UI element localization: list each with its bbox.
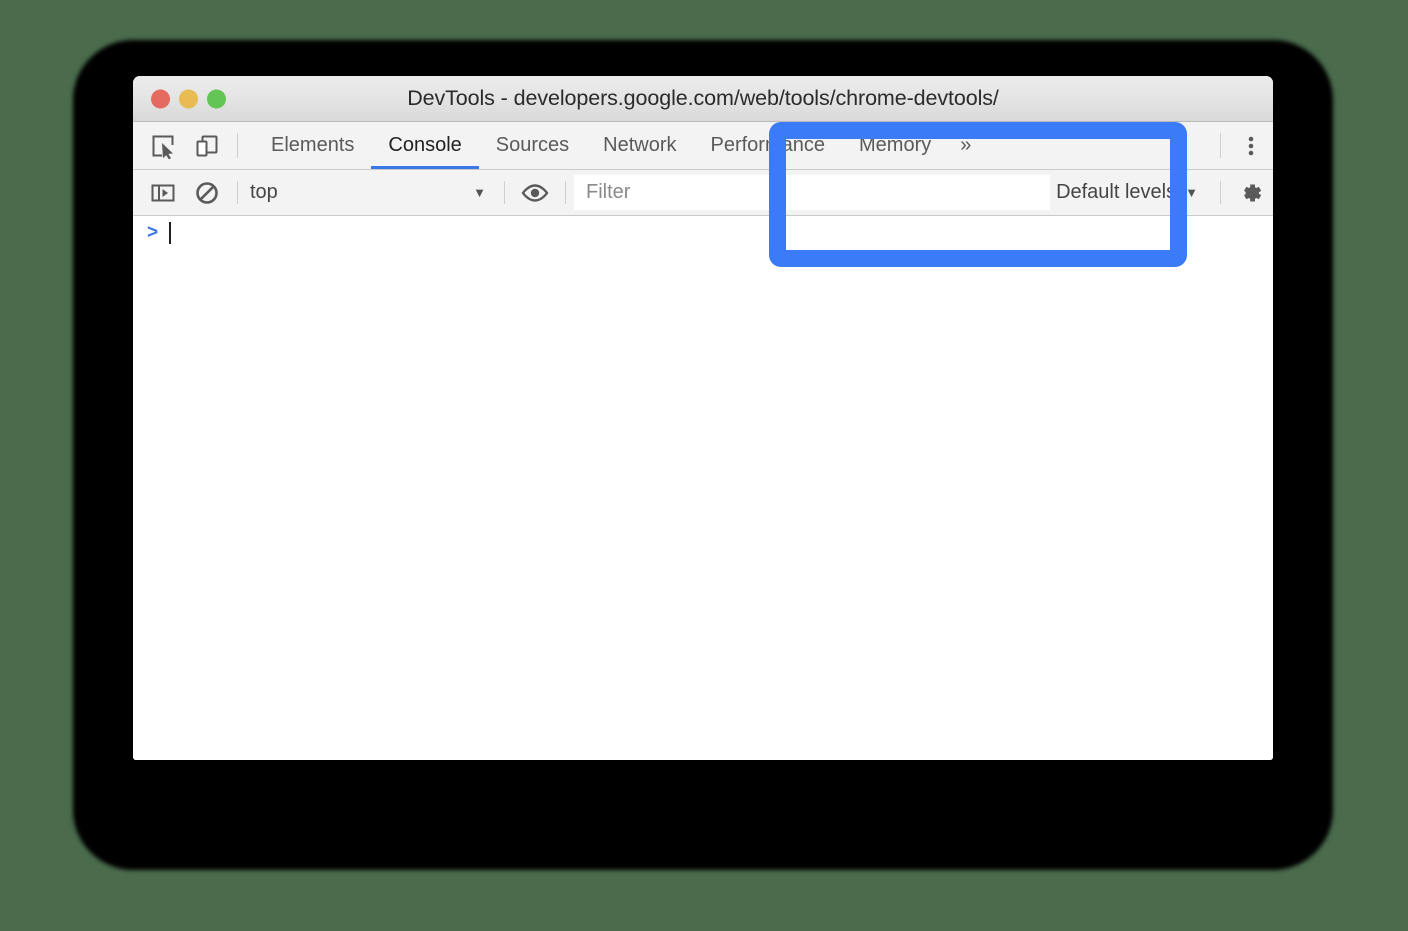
toolbar-divider — [1220, 133, 1221, 158]
window-title: DevTools - developers.google.com/web/too… — [407, 86, 999, 110]
tab-sources[interactable]: Sources — [479, 122, 586, 169]
toolbar-divider — [237, 133, 238, 158]
javascript-context-selector[interactable]: top ▼ — [246, 170, 496, 215]
device-toolbar-icon — [194, 133, 220, 159]
chevron-down-icon: ▼ — [473, 185, 486, 200]
close-window-button[interactable] — [151, 89, 170, 108]
traffic-light-buttons — [151, 89, 226, 108]
devtools-window: DevTools - developers.google.com/web/too… — [133, 76, 1273, 760]
settings-button[interactable] — [1229, 170, 1273, 215]
console-sidebar-toggle-icon — [150, 180, 176, 206]
clear-console-icon — [194, 180, 220, 206]
tab-performance[interactable]: Performance — [694, 122, 843, 169]
chevron-down-icon: ▼ — [1185, 185, 1198, 200]
panel-tabs: Elements Console Sources Network Perform… — [254, 122, 983, 169]
zoom-window-button[interactable] — [207, 89, 226, 108]
vertical-dots-icon — [1238, 133, 1264, 159]
inspect-cursor-icon — [150, 133, 176, 159]
title-bar: DevTools - developers.google.com/web/too… — [133, 76, 1273, 122]
console-message-area[interactable]: > — [133, 216, 1273, 760]
create-live-expression-button[interactable] — [513, 170, 557, 215]
toolbar-divider — [504, 181, 505, 204]
tabs-overflow-button[interactable]: » — [948, 122, 983, 169]
inspect-element-button[interactable] — [141, 122, 185, 169]
panel-toolbar-right — [1212, 122, 1273, 169]
toolbar-divider — [1220, 181, 1221, 204]
toggle-console-sidebar-button[interactable] — [141, 170, 185, 215]
minimize-window-button[interactable] — [179, 89, 198, 108]
panel-tab-toolbar: Elements Console Sources Network Perform… — [133, 122, 1273, 170]
tab-network[interactable]: Network — [586, 122, 693, 169]
log-level-value: Default levels — [1056, 181, 1177, 203]
console-prompt-row[interactable]: > — [133, 216, 1273, 250]
tab-console[interactable]: Console — [371, 122, 480, 169]
live-expression-eye-icon — [521, 180, 549, 206]
filter-toolbar-right — [1212, 170, 1273, 215]
customize-devtools-button[interactable] — [1229, 122, 1273, 169]
console-text-caret — [169, 222, 172, 244]
log-level-selector[interactable]: Default levels ▼ — [1050, 170, 1212, 215]
toolbar-divider — [237, 181, 238, 204]
filter-input[interactable] — [574, 175, 1051, 210]
clear-console-button[interactable] — [185, 170, 229, 215]
console-filter-toolbar: top ▼ Default levels ▼ — [133, 170, 1273, 216]
console-prompt-arrow-icon: > — [147, 222, 159, 243]
console-filter-field[interactable] — [574, 170, 1051, 215]
toggle-device-toolbar-button[interactable] — [185, 122, 229, 169]
gear-icon — [1237, 179, 1265, 207]
context-selector-value: top — [250, 181, 278, 203]
toolbar-divider — [565, 181, 566, 204]
tab-memory[interactable]: Memory — [842, 122, 948, 169]
tab-elements[interactable]: Elements — [254, 122, 371, 169]
